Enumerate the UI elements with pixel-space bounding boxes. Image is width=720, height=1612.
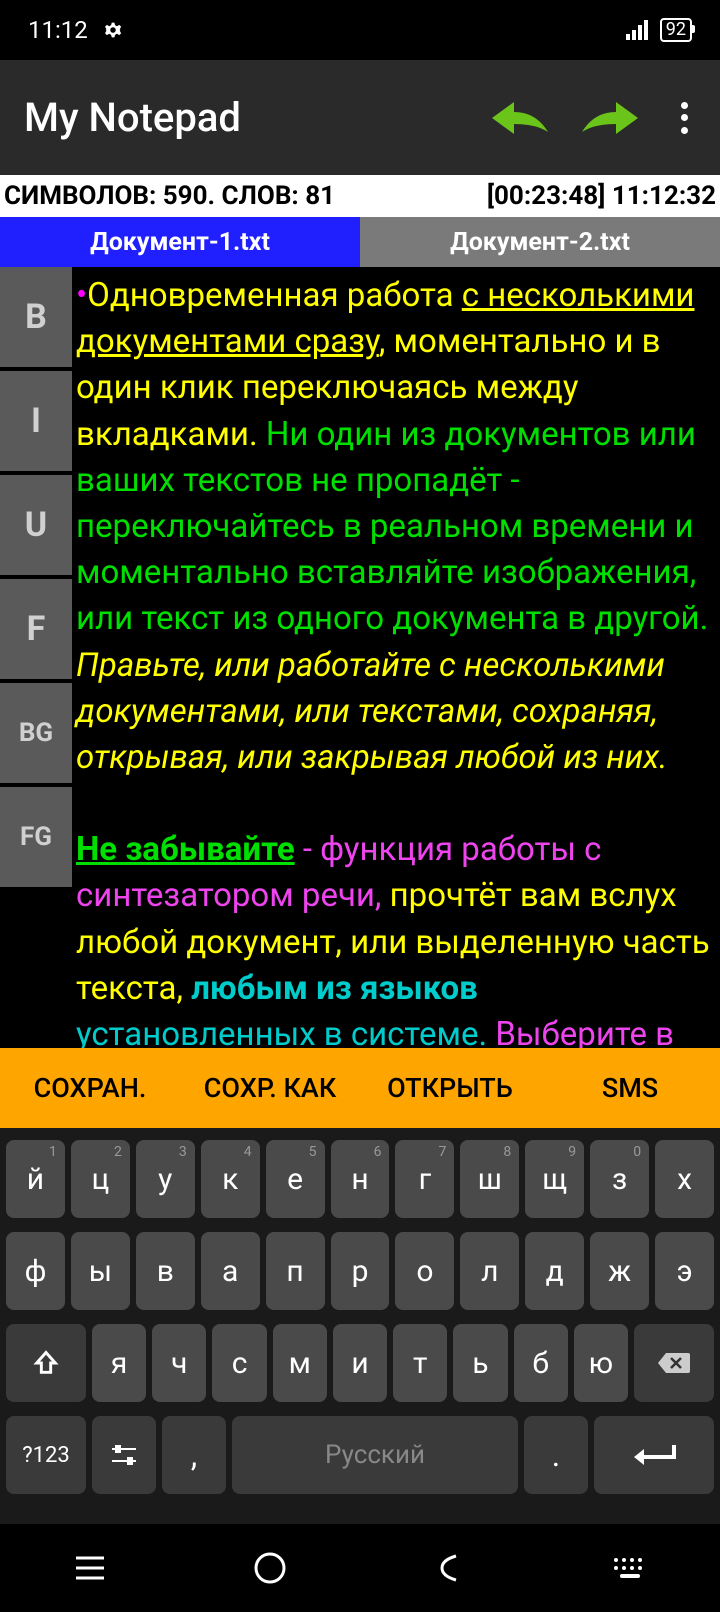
undo-icon[interactable]: [492, 98, 548, 138]
key-period[interactable]: .: [524, 1416, 588, 1494]
key-ш[interactable]: ш8: [460, 1140, 519, 1218]
format-toolbar: B I U F BG FG: [0, 267, 72, 1048]
recents-icon[interactable]: [72, 1554, 108, 1582]
soft-keyboard: й1ц2у3к4е5н6г7ш8щ9з0х фывапролджэ ячсмит…: [0, 1128, 720, 1524]
italic-button[interactable]: I: [0, 371, 72, 471]
underline-button[interactable]: U: [0, 475, 72, 575]
signal-icon: [626, 20, 650, 40]
key-й[interactable]: й1: [6, 1140, 65, 1218]
key-п[interactable]: п: [266, 1232, 325, 1310]
font-button[interactable]: F: [0, 579, 72, 679]
key-enter[interactable]: [594, 1416, 714, 1494]
editor-area: B I U F BG FG •Одновременная работа с не…: [0, 267, 720, 1048]
key-г[interactable]: г7: [395, 1140, 454, 1218]
key-settings[interactable]: [92, 1416, 156, 1494]
key-ы[interactable]: ы: [71, 1232, 130, 1310]
key-я[interactable]: я: [92, 1324, 146, 1402]
home-icon[interactable]: [252, 1550, 288, 1586]
tab-document-1[interactable]: Документ-1.txt: [0, 217, 360, 267]
settings-gear-icon: [102, 19, 124, 41]
key-щ[interactable]: щ9: [525, 1140, 584, 1218]
status-bar: 11:12 92: [0, 0, 720, 60]
back-icon[interactable]: [432, 1550, 468, 1586]
key-в[interactable]: в: [136, 1232, 195, 1310]
system-nav-bar: [0, 1524, 720, 1612]
key-н[interactable]: н6: [331, 1140, 390, 1218]
key-б[interactable]: б: [514, 1324, 568, 1402]
key-д[interactable]: д: [525, 1232, 584, 1310]
stats-left: СИМВОЛОВ: 590. СЛОВ: 81: [4, 181, 335, 211]
key-о[interactable]: о: [395, 1232, 454, 1310]
editor-textarea[interactable]: •Одновременная работа с несколькими доку…: [72, 267, 720, 1048]
saveas-button[interactable]: СОХР. КАК: [180, 1048, 360, 1128]
bottom-toolbar: СОХРАН. СОХР. КАК ОТКРЫТЬ SMS: [0, 1048, 720, 1128]
key-и[interactable]: и: [333, 1324, 387, 1402]
status-time: 11:12: [28, 16, 88, 44]
redo-icon[interactable]: [582, 98, 638, 138]
key-х[interactable]: х: [655, 1140, 714, 1218]
open-button[interactable]: ОТКРЫТЬ: [360, 1048, 540, 1128]
app-title: My Notepad: [24, 94, 241, 141]
key-с[interactable]: с: [212, 1324, 266, 1402]
bold-button[interactable]: B: [0, 267, 72, 367]
key-е[interactable]: е5: [266, 1140, 325, 1218]
key-backspace[interactable]: [634, 1324, 714, 1402]
overflow-menu-icon[interactable]: [672, 100, 696, 136]
key-л[interactable]: л: [460, 1232, 519, 1310]
key-а[interactable]: а: [201, 1232, 260, 1310]
key-symbols[interactable]: ?123: [6, 1416, 86, 1494]
key-ц[interactable]: ц2: [71, 1140, 130, 1218]
stats-right: [00:23:48] 11:12:32: [487, 181, 716, 211]
key-ч[interactable]: ч: [152, 1324, 206, 1402]
key-у[interactable]: у3: [136, 1140, 195, 1218]
key-м[interactable]: м: [273, 1324, 327, 1402]
stats-bar: СИМВОЛОВ: 590. СЛОВ: 81 [00:23:48] 11:12…: [0, 175, 720, 217]
key-ю[interactable]: ю: [574, 1324, 628, 1402]
app-header: My Notepad: [0, 60, 720, 175]
document-tabs: Документ-1.txt Документ-2.txt: [0, 217, 720, 267]
keyboard-toggle-icon[interactable]: [612, 1556, 648, 1580]
sms-button[interactable]: SMS: [540, 1048, 720, 1128]
bgcolor-button[interactable]: BG: [0, 683, 72, 783]
key-space[interactable]: Русский: [232, 1416, 518, 1494]
key-ь[interactable]: ь: [453, 1324, 507, 1402]
battery-indicator: 92: [660, 18, 692, 42]
save-button[interactable]: СОХРАН.: [0, 1048, 180, 1128]
key-comma[interactable]: ,: [162, 1416, 226, 1494]
fgcolor-button[interactable]: FG: [0, 787, 72, 887]
key-ф[interactable]: ф: [6, 1232, 65, 1310]
key-ж[interactable]: ж: [590, 1232, 649, 1310]
key-т[interactable]: т: [393, 1324, 447, 1402]
key-shift[interactable]: [6, 1324, 86, 1402]
key-э[interactable]: э: [655, 1232, 714, 1310]
tab-document-2[interactable]: Документ-2.txt: [360, 217, 720, 267]
key-к[interactable]: к4: [201, 1140, 260, 1218]
key-р[interactable]: р: [331, 1232, 390, 1310]
key-з[interactable]: з0: [590, 1140, 649, 1218]
